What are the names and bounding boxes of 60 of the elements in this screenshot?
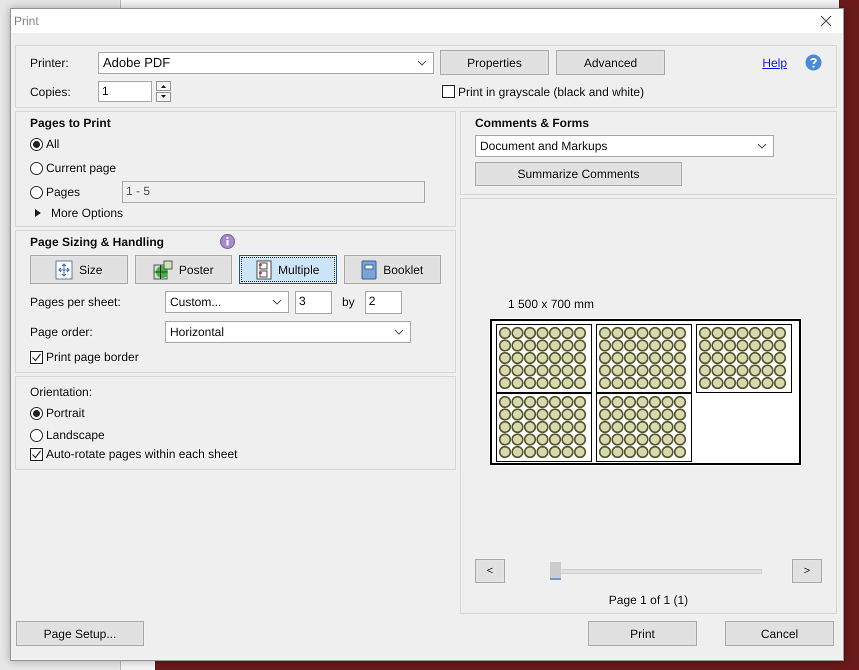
by-label: by <box>342 295 355 309</box>
more-options-label[interactable]: More Options <box>51 206 124 220</box>
print-button[interactable]: Print <box>588 621 697 646</box>
mode-button[interactable]: Booklet <box>344 255 441 284</box>
orientation-label: Orientation: <box>30 385 94 399</box>
mode-button[interactable]: Size <box>30 255 128 284</box>
info-icon[interactable] <box>220 234 236 249</box>
auto-rotate-checkbox[interactable] <box>30 448 43 460</box>
cancel-button[interactable]: Cancel <box>725 621 834 646</box>
radio-label: Pages <box>46 185 80 199</box>
paper-size-label: 1 500 x 700 mm <box>508 297 594 311</box>
page-border-label: Print page border <box>46 350 139 364</box>
printer-label: Printer: <box>30 56 70 70</box>
spinner-icon[interactable] <box>156 81 171 102</box>
columns-field[interactable]: 3 <box>295 290 332 314</box>
page-setup-button[interactable]: Page Setup... <box>16 621 144 646</box>
booklet-icon <box>361 260 378 280</box>
radio-button[interactable] <box>30 138 43 150</box>
radio-button[interactable] <box>30 406 43 420</box>
page-count-label: Page 1 of 1 (1) <box>608 593 688 607</box>
help-link[interactable]: Help <box>762 56 787 70</box>
multiple-pages-icon <box>256 260 272 280</box>
radio-button[interactable] <box>30 428 43 442</box>
summarize-button[interactable]: Summarize Comments <box>475 162 682 186</box>
dialog-button[interactable]: Advanced <box>556 50 665 75</box>
radio-label: All <box>46 137 60 151</box>
auto-rotate-label: Auto-rotate pages within each sheet <box>46 447 238 461</box>
printer-dropdown[interactable]: Adobe PDF <box>98 52 434 74</box>
radio-label: Current page <box>46 161 116 175</box>
section-title: Pages to Print <box>30 116 112 130</box>
slider-thumb[interactable] <box>550 562 561 580</box>
pages-per-sheet-label: Pages per sheet: <box>30 295 122 309</box>
radio-button[interactable] <box>30 186 43 198</box>
next-page-button[interactable]: > <box>792 559 822 583</box>
page-order-label: Page order: <box>30 325 94 339</box>
page-slider[interactable] <box>550 562 762 580</box>
close-icon[interactable] <box>820 15 832 27</box>
dialog-button[interactable]: Properties <box>440 50 549 75</box>
page-border-checkbox[interactable] <box>30 350 43 364</box>
radio-button[interactable] <box>30 162 43 174</box>
pages-per-sheet-dropdown[interactable]: Custom... <box>165 291 289 313</box>
comments-dropdown[interactable]: Document and Markups <box>475 135 774 157</box>
copies-field[interactable]: 1 <box>98 81 152 102</box>
radio-label: Landscape <box>46 428 105 442</box>
grayscale-label: Print in grayscale (black and white) <box>458 84 644 98</box>
poster-tiles-icon <box>152 260 173 280</box>
rows-field[interactable]: 2 <box>364 290 402 314</box>
page-order-dropdown[interactable]: Horizontal <box>165 321 411 343</box>
previous-page-button[interactable]: < <box>475 559 505 583</box>
resize-arrows-icon <box>55 260 74 280</box>
help-icon[interactable] <box>805 54 822 71</box>
section-title: Page Sizing & Handling <box>30 234 164 248</box>
section-title: Comments & Forms <box>475 116 590 130</box>
window-title: Print <box>14 14 39 28</box>
mode-button[interactable]: Multiple <box>239 255 336 284</box>
copies-label: Copies: <box>30 84 72 98</box>
expand-icon[interactable] <box>35 209 42 217</box>
radio-label: Portrait <box>46 406 85 420</box>
mode-button[interactable]: Poster <box>134 255 232 284</box>
grayscale-checkbox[interactable] <box>442 85 455 98</box>
